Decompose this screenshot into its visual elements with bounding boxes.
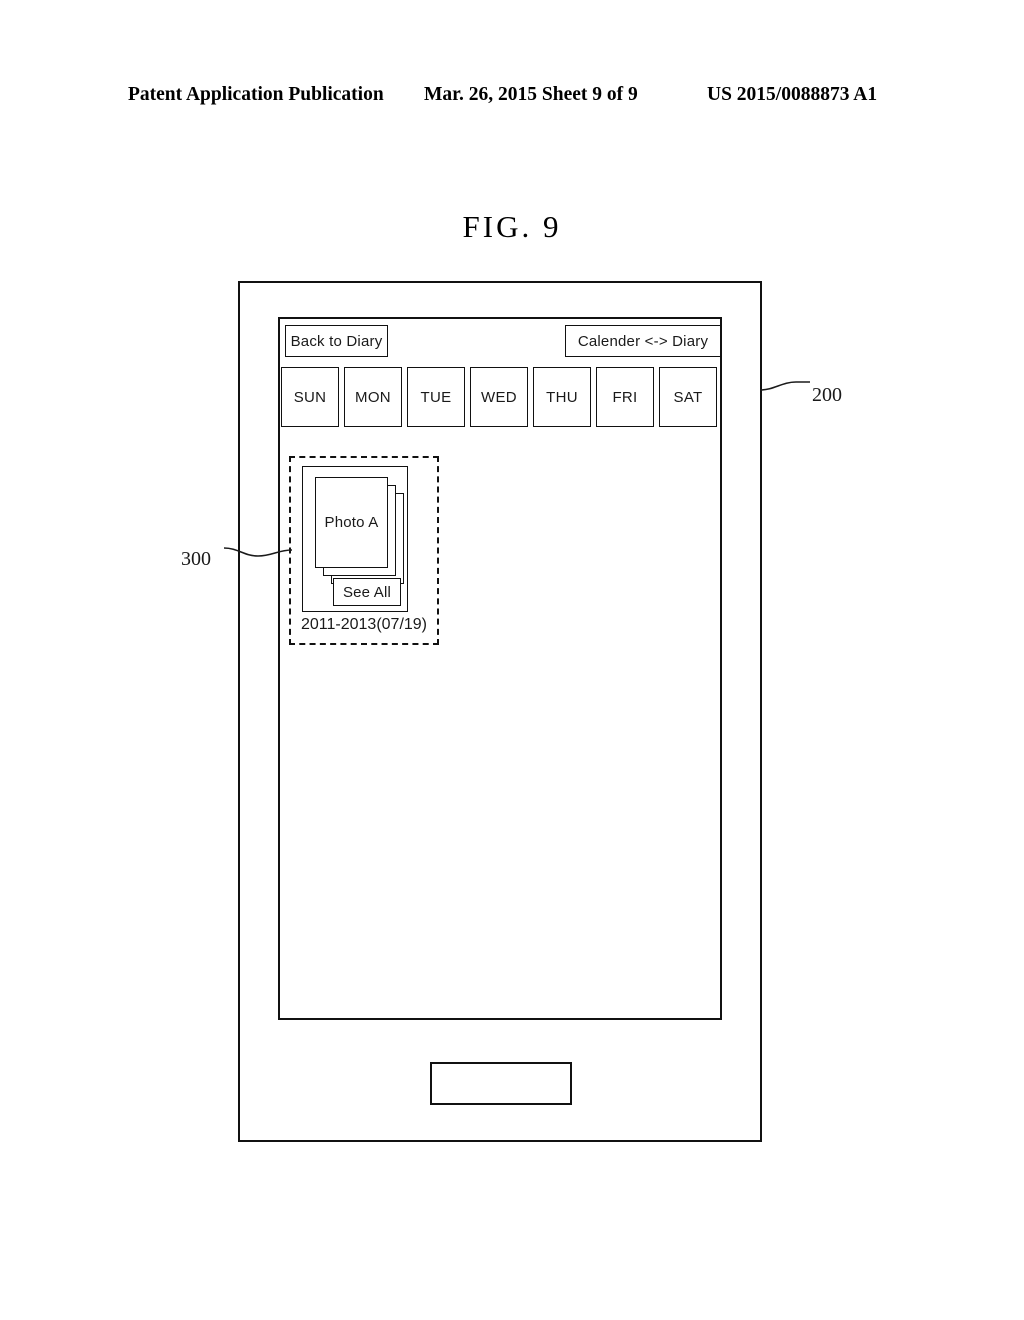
reference-numeral-200: 200 — [812, 384, 842, 406]
weekday-cell-wed[interactable]: WED — [470, 367, 528, 427]
weekday-cell-fri[interactable]: FRI — [596, 367, 654, 427]
weekday-cell-thu[interactable]: THU — [533, 367, 591, 427]
reference-leader-300 — [223, 547, 293, 557]
patent-header: Patent Application Publication Mar. 26, … — [0, 84, 1024, 118]
reference-leader-200 — [759, 381, 810, 391]
weekday-header-row: SUN MON TUE WED THU FRI SAT — [281, 367, 721, 427]
reference-numeral-300: 300 — [181, 548, 211, 570]
publication-date-sheet: Mar. 26, 2015 Sheet 9 of 9 — [424, 84, 638, 105]
calendar-diary-toggle-button[interactable]: Calender <-> Diary — [565, 325, 721, 357]
photo-group-date-label: 2011-2013(07/19) — [300, 616, 428, 633]
see-all-button[interactable]: See All — [333, 578, 401, 606]
device-home-button[interactable] — [430, 1062, 572, 1105]
publication-type-label: Patent Application Publication — [128, 84, 384, 105]
weekday-cell-sat[interactable]: SAT — [659, 367, 717, 427]
publication-number: US 2015/0088873 A1 — [707, 84, 878, 105]
weekday-cell-tue[interactable]: TUE — [407, 367, 465, 427]
back-to-diary-button[interactable]: Back to Diary — [285, 325, 388, 357]
photo-card-front[interactable]: Photo A — [315, 477, 388, 568]
weekday-cell-sun[interactable]: SUN — [281, 367, 339, 427]
figure-title: FIG. 9 — [462, 209, 562, 244]
weekday-cell-mon[interactable]: MON — [344, 367, 402, 427]
